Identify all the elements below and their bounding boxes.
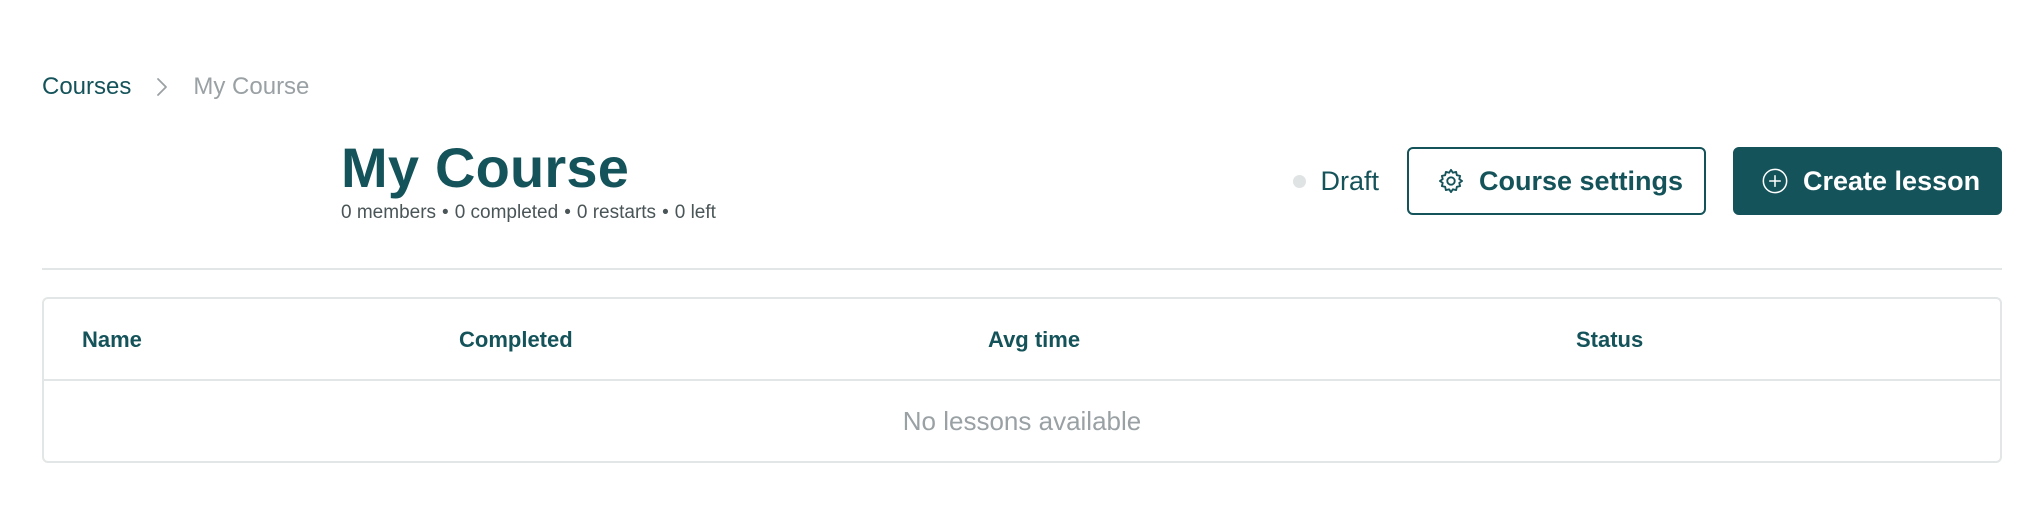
course-stats: 0 members • 0 completed • 0 restarts • 0 left xyxy=(341,200,716,226)
table-header: Name Completed Avg time Status xyxy=(44,299,2000,381)
status-label: Draft xyxy=(1320,165,1379,196)
column-header-name[interactable]: Name xyxy=(82,299,142,381)
status-badge: Draft xyxy=(1293,166,1379,197)
course-header: My Course 0 members • 0 completed • 0 restar… xyxy=(341,136,716,226)
stat-left: 0 left xyxy=(674,202,716,223)
status-dot-icon xyxy=(1293,174,1307,188)
column-header-completed[interactable]: Completed xyxy=(459,299,573,381)
header-actions: Draft Course settings Create lesson xyxy=(1293,147,2002,215)
breadcrumb: Courses My Course xyxy=(42,70,309,104)
course-settings-button[interactable]: Course settings xyxy=(1407,147,1706,215)
course-settings-label: Course settings xyxy=(1479,165,1684,196)
stat-restarts: 0 restarts xyxy=(576,202,657,223)
stat-separator: • xyxy=(564,202,571,223)
create-lesson-button[interactable]: Create lesson xyxy=(1733,147,2002,215)
page-title: My Course xyxy=(341,136,630,199)
breadcrumb-current: My Course xyxy=(193,73,310,100)
column-header-avg-time[interactable]: Avg time xyxy=(988,299,1080,381)
stat-members: 0 members xyxy=(341,202,437,223)
column-header-status[interactable]: Status xyxy=(1576,299,1643,381)
plus-circle-icon xyxy=(1761,166,1789,196)
course-page: Courses My Course My Course 0 members • 0 … xyxy=(0,0,2042,508)
header-divider xyxy=(42,268,2002,270)
stat-separator: • xyxy=(442,202,449,223)
breadcrumb-courses-link[interactable]: Courses xyxy=(42,73,131,101)
empty-state-message: No lessons available xyxy=(902,405,1142,436)
stat-completed: 0 completed xyxy=(454,202,559,223)
stat-separator: • xyxy=(662,202,669,223)
create-lesson-label: Create lesson xyxy=(1803,165,1981,196)
gear-icon xyxy=(1437,166,1465,196)
lessons-table: Name Completed Avg time Status No lesson… xyxy=(42,297,2002,463)
chevron-right-icon xyxy=(131,70,193,104)
